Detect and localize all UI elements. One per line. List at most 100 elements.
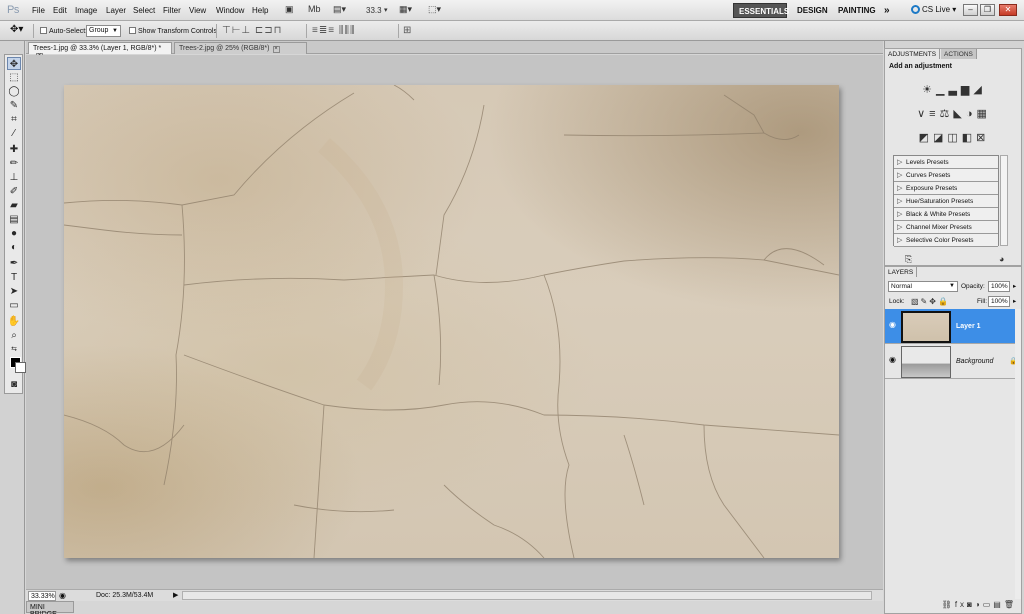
eye-icon[interactable]: ◉ [889,321,897,329]
layers-footer-icons[interactable]: ⛓fx◙◑▭▤🗑 [885,600,1021,613]
pen-tool-icon[interactable]: ✒ [7,257,21,270]
tab-actions[interactable]: ACTIONS [941,49,977,59]
close-tab-icon[interactable]: × [272,46,280,53]
show-transform-option[interactable]: Show Transform Controls [129,27,217,35]
preset-levels[interactable]: ▷ Levels Presets [894,156,998,169]
swap-colors-icon[interactable]: ⇆ [7,343,21,356]
menu-view[interactable]: View [189,6,206,15]
history-brush-tool-icon[interactable]: ✐ [7,185,21,198]
distribute-icons[interactable]: ≡≣≡ ⫼⫼⫼ [312,25,356,36]
workspace-design[interactable]: DESIGN [792,3,833,18]
screen-mode-icon[interactable]: ⬚▾ [428,4,441,16]
adjustments-menu-icon[interactable]: ◕ [999,254,1004,264]
path-selection-tool-icon[interactable]: ➤ [7,285,21,298]
clone-stamp-tool-icon[interactable]: ⊥ [7,171,21,184]
lock-icons[interactable]: ▧✎✥🔒 [911,297,950,306]
presets-scrollbar[interactable] [1000,155,1008,246]
adjustment-icons-row-1[interactable]: ☀▁▃▆◢ [885,83,1023,96]
move-tool-icon[interactable]: ✥ [7,57,21,70]
auto-select-dropdown[interactable]: Group ▼ [86,25,121,37]
adjustment-icons-row-3[interactable]: ◩◪◫◧⊠ [885,131,1023,144]
canvas-area[interactable] [26,55,883,589]
preset-curves[interactable]: ▷ Curves Presets [894,169,998,182]
more-workspaces-icon[interactable]: » [879,2,895,17]
marquee-tool-icon[interactable]: ⬚ [7,71,21,84]
dodge-tool-icon[interactable]: ◐ [7,241,21,254]
layers-scrollbar[interactable] [1015,309,1021,599]
preset-selective-color[interactable]: ▷ Selective Color Presets [894,234,998,247]
menu-layer[interactable]: Layer [106,6,126,15]
status-menu-arrow-icon[interactable]: ▶ [173,591,178,599]
layer-thumbnail [901,311,951,343]
opacity-field[interactable]: 100% [988,281,1010,292]
show-transform-checkbox[interactable] [129,27,136,34]
gradient-tool-icon[interactable]: ▤ [7,213,21,226]
workspace-painting[interactable]: PAINTING [833,3,881,18]
lasso-tool-icon[interactable]: ◯ [7,85,21,98]
mini-bridge-tab[interactable]: MINI BRIDGE [26,601,74,614]
separator [306,24,307,38]
blur-tool-icon[interactable]: ● [7,227,21,240]
quick-mask-icon[interactable]: ◙ [7,378,21,391]
menu-image[interactable]: Image [75,6,97,15]
bridge-icon[interactable]: ▣ [285,4,294,16]
eye-icon[interactable]: ◉ [889,356,897,364]
tab-layers[interactable]: LAYERS [885,267,917,277]
zoom-dropdown-icon[interactable]: ▾ [384,6,388,18]
eraser-tool-icon[interactable]: ▰ [7,199,21,212]
adjustment-icons-row-2[interactable]: ∨≡⚖◣◑▦ [885,107,1023,120]
background-color-swatch[interactable] [15,362,26,373]
restore-button[interactable]: ❐ [980,4,995,16]
preset-black-white[interactable]: ▷ Black & White Presets [894,208,998,221]
auto-select-checkbox[interactable] [40,27,47,34]
brush-tool-icon[interactable]: ✏ [7,157,21,170]
move-tool-preset-icon[interactable]: ✥▾ [10,24,23,35]
shape-tool-icon[interactable]: ▭ [7,299,21,312]
blend-mode-dropdown[interactable]: Normal ▼ [888,281,958,292]
menu-filter[interactable]: Filter [163,6,181,15]
preset-hue-saturation[interactable]: ▷ Hue/Saturation Presets [894,195,998,208]
menu-edit[interactable]: Edit [53,6,67,15]
opacity-arrow-icon[interactable]: ▸ [1013,282,1016,290]
preset-channel-mixer[interactable]: ▷ Channel Mixer Presets [894,221,998,234]
workspace-essentials[interactable]: ESSENTIALS [733,3,789,18]
type-tool-icon[interactable]: T [7,271,21,284]
healing-brush-tool-icon[interactable]: ✚ [7,143,21,156]
document-canvas-image[interactable] [64,85,839,558]
document-tab[interactable]: Trees-2.jpg @ 25% (RGB/8*) × [174,42,307,54]
menu-window[interactable]: Window [216,6,244,15]
clip-layer-icon[interactable]: ⎘ [905,254,912,265]
auto-align-icon[interactable]: ⊞ [403,25,412,36]
menu-file[interactable]: File [32,6,45,15]
eyedropper-tool-icon[interactable]: ⁄ [7,127,21,140]
preset-label: Hue/Saturation Presets [906,198,974,205]
zoom-field[interactable]: 33.33% [28,591,56,601]
quick-select-tool-icon[interactable]: ✎ [7,99,21,112]
view-extras-icon[interactable]: ▤▾ [333,4,346,16]
align-icons[interactable]: ⊤⊢⊥ ⊏⊐⊓ [222,25,282,36]
status-info-icon[interactable]: ◉ [59,591,66,600]
close-button[interactable]: ✕ [999,4,1017,16]
menu-help[interactable]: Help [252,6,268,15]
zoom-tool-icon[interactable]: ⌕ [7,329,21,342]
document-tab-active[interactable]: Trees-1.jpg @ 33.3% (Layer 1, RGB/8*) *× [28,42,172,60]
arrange-documents-icon[interactable]: ▦▾ [399,4,412,16]
layer-row-layer-1[interactable]: ◉ Layer 1 [885,309,1021,344]
crop-tool-icon[interactable]: ⌗ [7,113,21,126]
zoom-level[interactable]: 33.3 [366,6,382,18]
fill-field[interactable]: 100% [988,296,1010,307]
adjustments-panel: ADJUSTMENTS ACTIONS Add an adjustment ☀▁… [884,48,1022,266]
preset-exposure[interactable]: ▷ Exposure Presets [894,182,998,195]
cs-live-icon [911,5,920,14]
adjustments-title: Add an adjustment [889,63,953,70]
layer-row-background[interactable]: ◉ Background 🔒 [885,344,1021,379]
horizontal-scrollbar[interactable] [182,591,872,600]
mini-bridge-icon[interactable]: Mb [308,4,321,16]
cs-live-button[interactable]: CS Live ▾ [911,5,956,14]
tab-adjustments[interactable]: ADJUSTMENTS [885,49,941,59]
minimize-button[interactable]: – [963,4,978,16]
menu-select[interactable]: Select [133,6,155,15]
hand-tool-icon[interactable]: ✋ [7,315,21,328]
auto-select-option[interactable]: Auto-Select: [40,27,87,35]
fill-arrow-icon[interactable]: ▸ [1013,297,1016,305]
